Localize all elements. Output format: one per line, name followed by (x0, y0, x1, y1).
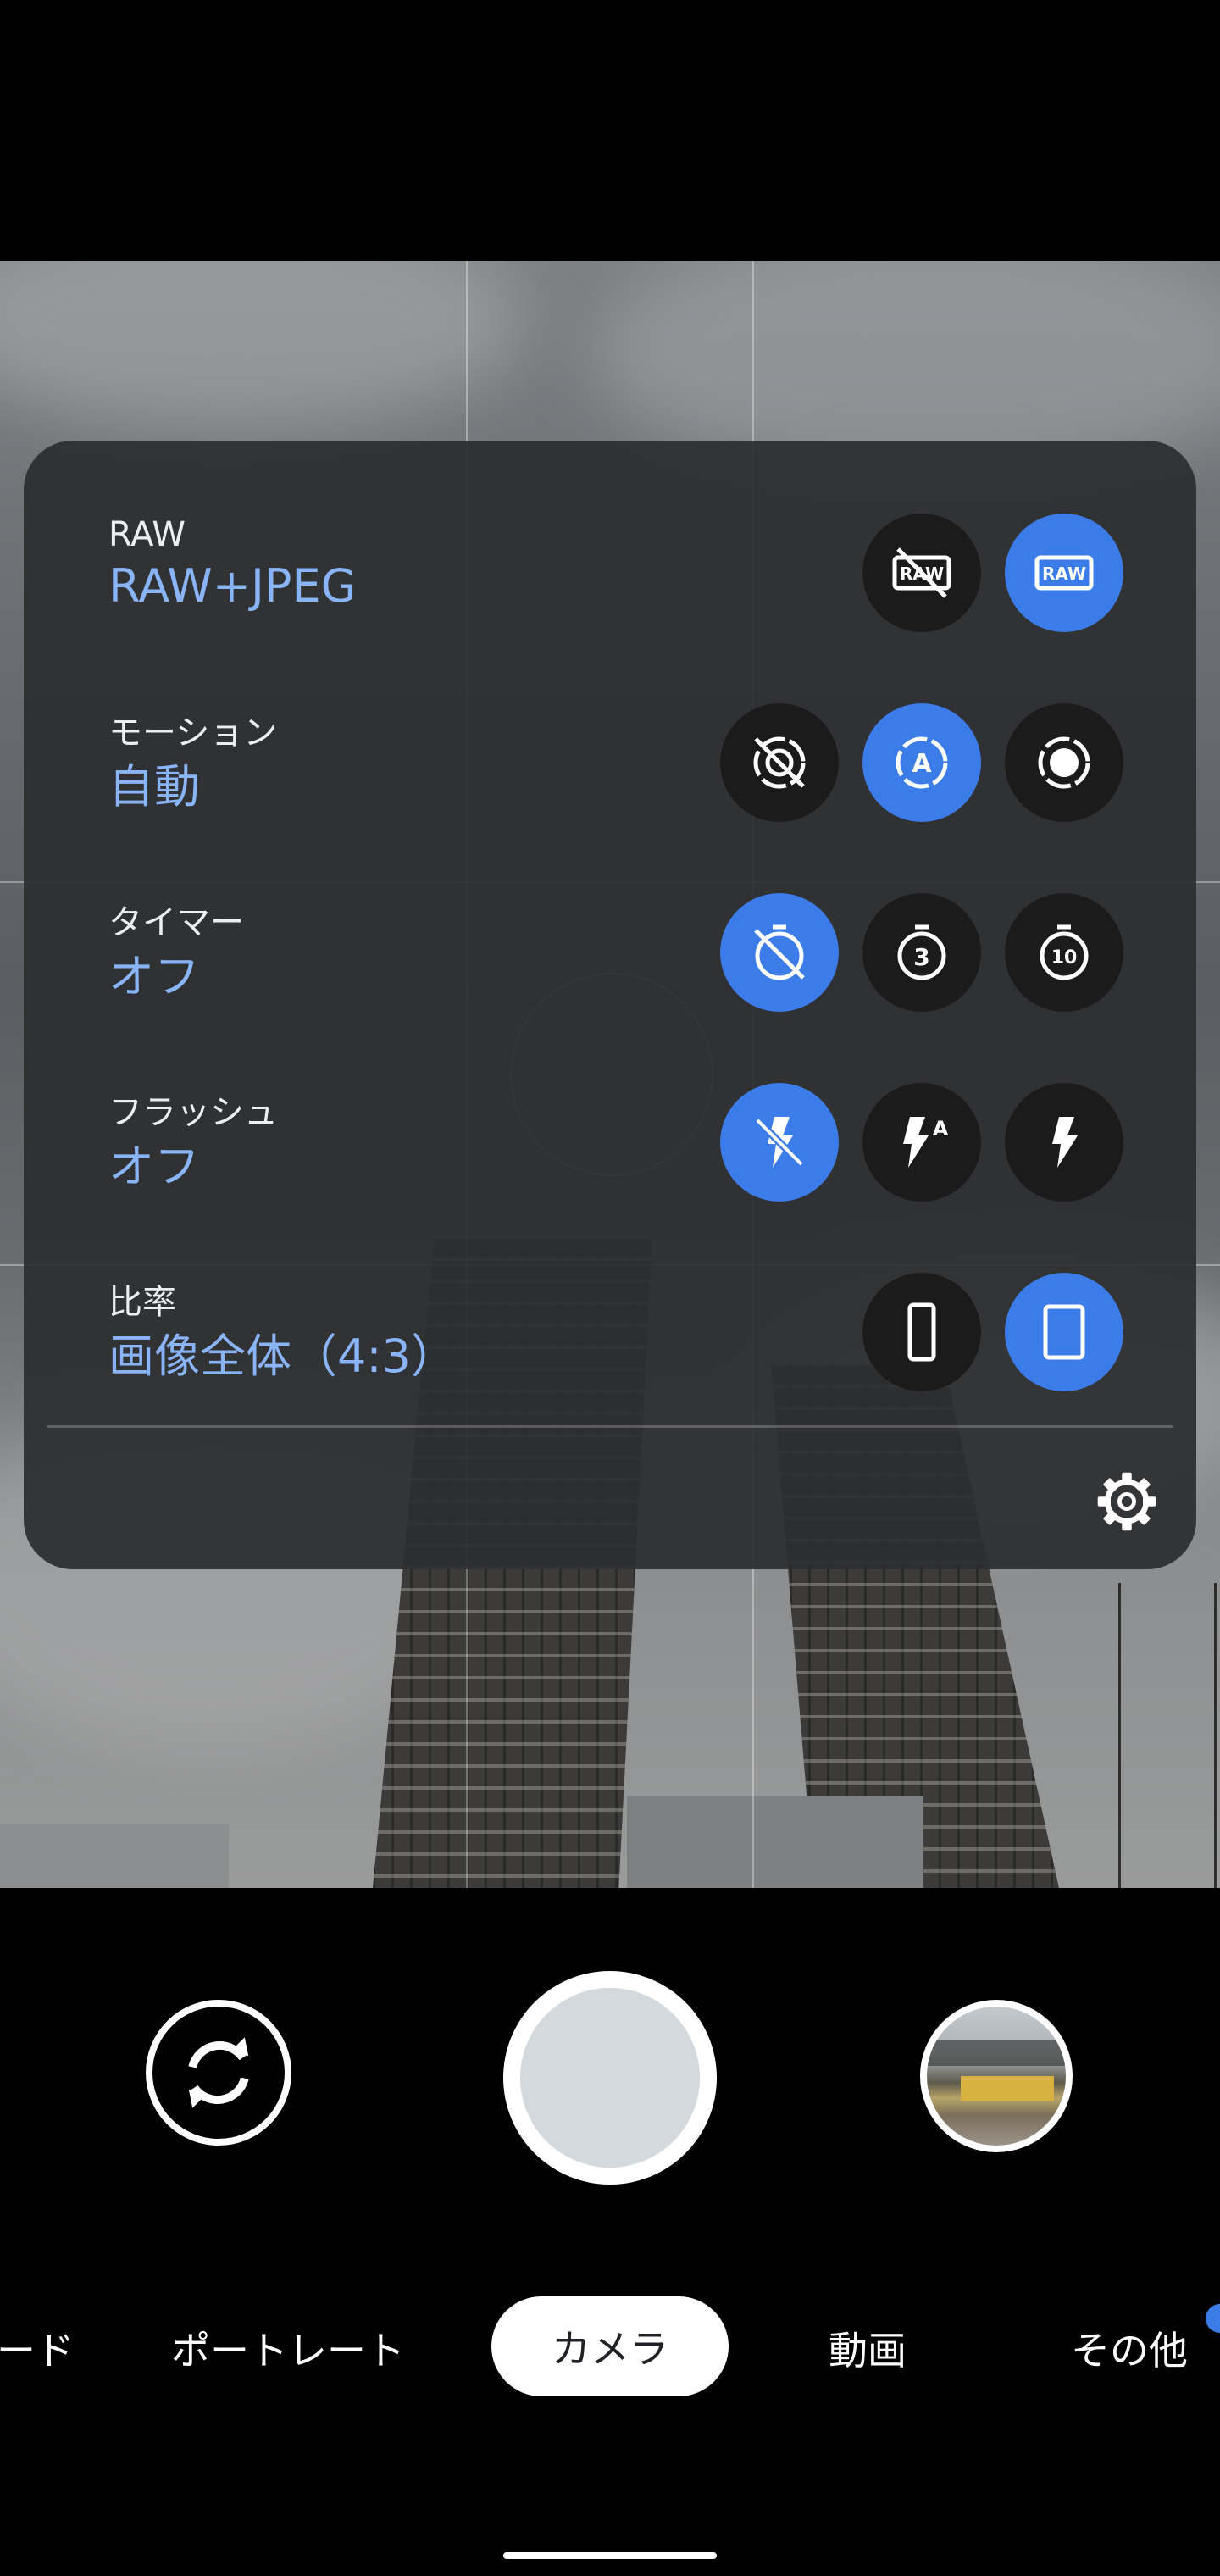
flash-value: オフ (108, 1140, 200, 1193)
mode-switcher: ード ポートレート カメラ 動画 その他 (0, 2296, 1220, 2398)
mode-item-camera[interactable]: カメラ (491, 2296, 729, 2396)
svg-text:A: A (912, 749, 932, 779)
raw-off-button[interactable]: RAW (862, 514, 981, 632)
svg-text:3: 3 (913, 943, 929, 971)
flash-label: フラッシュ (108, 1093, 278, 1132)
motion-setting-row: モーション 自動 A (24, 703, 1196, 895)
motion-label: モーション (108, 713, 278, 752)
motion-off-icon (753, 736, 806, 789)
raw-label: RAW (108, 515, 186, 554)
svg-text:A: A (933, 1117, 949, 1141)
ratio-value: 画像全体（4:3） (108, 1330, 457, 1383)
motion-off-button[interactable] (720, 703, 839, 822)
settings-button[interactable] (1091, 1466, 1162, 1537)
raw-setting-row: RAW RAW+JPEG RAW RAW (24, 514, 1196, 705)
ratio-label: 比率 (108, 1283, 176, 1322)
mode-item[interactable]: ード (0, 2320, 75, 2376)
raw-on-button[interactable]: RAW (1005, 514, 1123, 632)
timer-10s-icon: 10 (1040, 924, 1089, 980)
quick-settings-panel: RAW RAW+JPEG RAW RAW モーション 自動 (24, 441, 1196, 1569)
mode-item-portrait[interactable]: ポートレート (171, 2320, 405, 2376)
ratio-setting-row: 比率 画像全体（4:3） (24, 1273, 1196, 1464)
mode-item-video[interactable]: 動画 (829, 2320, 907, 2376)
shutter-button[interactable] (503, 1971, 717, 2185)
switch-camera-button[interactable] (146, 2000, 291, 2146)
flash-off-icon (754, 1117, 805, 1168)
raw-value: RAW+JPEG (108, 559, 357, 613)
timer-label: タイマー (108, 903, 244, 942)
timer-value: オフ (108, 950, 200, 1003)
switch-camera-icon (188, 2037, 249, 2108)
raw-off-icon: RAW (892, 547, 951, 598)
home-indicator[interactable] (503, 2552, 717, 2559)
ratio-16-9-icon (907, 1302, 936, 1362)
motion-auto-button[interactable]: A (862, 703, 981, 822)
motion-value: 自動 (108, 760, 200, 813)
mode-item-more[interactable]: その他 (1071, 2320, 1188, 2376)
svg-text:10: 10 (1051, 947, 1078, 969)
timer-3s-icon: 3 (897, 924, 946, 980)
flash-on-button[interactable] (1005, 1083, 1123, 1202)
ratio-16-9-button[interactable] (862, 1273, 981, 1391)
motion-on-icon (1038, 736, 1090, 789)
timer-off-button[interactable] (720, 893, 839, 1012)
flash-on-icon (1052, 1117, 1078, 1168)
motion-auto-icon: A (896, 736, 948, 789)
timer-3s-button[interactable]: 3 (862, 893, 981, 1012)
flash-auto-icon: A (903, 1117, 949, 1168)
shutter-inner (520, 1988, 700, 2168)
flash-auto-button[interactable]: A (862, 1083, 981, 1202)
flash-off-button[interactable] (720, 1083, 839, 1202)
ratio-4-3-button[interactable] (1005, 1273, 1123, 1391)
raw-on-icon: RAW (1034, 555, 1094, 591)
building (627, 1796, 923, 1888)
flash-setting-row: フラッシュ オフ A (24, 1083, 1196, 1274)
timer-off-icon (754, 924, 805, 980)
power-pylon (1118, 1583, 1217, 1888)
timer-setting-row: タイマー オフ 3 10 (24, 893, 1196, 1085)
ratio-4-3-icon (1043, 1304, 1085, 1360)
gear-icon (1097, 1472, 1156, 1531)
building (0, 1824, 229, 1888)
timer-10s-button[interactable]: 10 (1005, 893, 1123, 1012)
panel-divider (47, 1425, 1173, 1428)
svg-text:RAW: RAW (1042, 564, 1086, 584)
gallery-thumbnail[interactable] (920, 2000, 1073, 2152)
motion-on-button[interactable] (1005, 703, 1123, 822)
